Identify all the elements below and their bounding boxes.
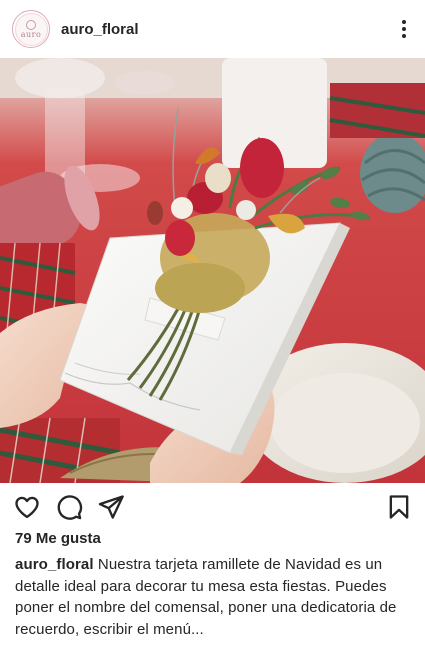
action-bar [0, 489, 425, 525]
caption: auro_floral Nuestra tarjeta ramillete de… [15, 554, 415, 640]
flower-icon [26, 19, 36, 30]
username[interactable]: auro_floral [61, 21, 139, 38]
more-vertical-icon[interactable] [401, 20, 407, 38]
post-image[interactable] [0, 58, 425, 483]
heart-icon[interactable] [13, 493, 41, 521]
bookmark-icon[interactable] [385, 493, 413, 521]
comment-icon[interactable] [55, 493, 83, 521]
avatar-text: auro [20, 29, 42, 39]
avatar[interactable]: auro [12, 10, 50, 48]
caption-username[interactable]: auro_floral [15, 556, 94, 573]
send-icon[interactable] [97, 493, 125, 521]
post-header: auro auro_floral [0, 0, 425, 58]
avatar-logo: auro [14, 12, 48, 46]
likes-count[interactable]: 79 Me gusta [15, 530, 101, 547]
